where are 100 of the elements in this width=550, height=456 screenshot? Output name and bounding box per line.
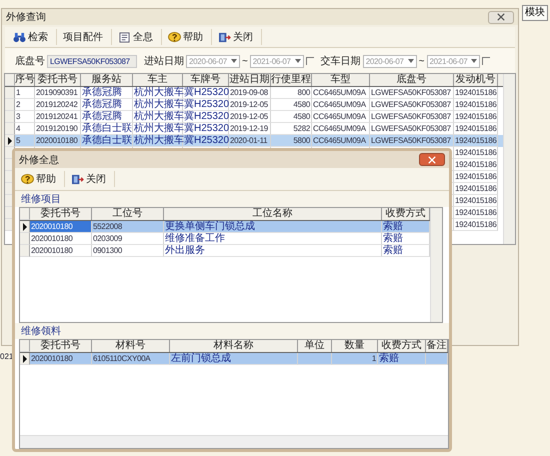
close-button[interactable]: [419, 153, 445, 166]
scrollbar[interactable]: [503, 74, 515, 244]
toolbar-button[interactable]: 全息: [116, 29, 162, 45]
table-cell: 2020010180: [30, 221, 92, 233]
document-icon: [118, 32, 131, 42]
toolbar-button[interactable]: 关闭: [216, 29, 262, 45]
column-header[interactable]: 工位号: [92, 208, 164, 220]
table-cell: LGWEFSA50KF053087: [370, 111, 454, 123]
table-cell: 冀H25320: [183, 135, 229, 147]
table-cell: 2019-09-08: [229, 87, 271, 99]
table-cell: 杭州大搬车: [133, 135, 183, 147]
range-separator: ~: [242, 56, 248, 66]
table-cell: [298, 353, 332, 365]
table-cell: CC6465UM09A: [312, 99, 370, 111]
chassis-field[interactable]: LGWEFSA50KF053087: [47, 54, 137, 68]
row-header[interactable]: [20, 353, 30, 365]
table-cell: 2020010180: [30, 245, 92, 257]
section-label: 维修项目: [15, 191, 449, 207]
module-button[interactable]: 模块: [522, 5, 548, 21]
table-cell: 承德冠腾: [81, 99, 133, 111]
table-cell: 800: [271, 87, 312, 99]
dropdown-arrow-icon: [294, 59, 301, 63]
toolbar-button[interactable]: 关闭: [69, 171, 115, 187]
section-label: 维修领料: [15, 323, 449, 339]
column-header[interactable]: 材料名称: [170, 340, 298, 352]
window-title: 外修查询: [6, 10, 46, 24]
table-cell: 1: [15, 87, 35, 99]
background-text: 021: [0, 352, 14, 361]
table-cell: 2019120242: [35, 99, 81, 111]
column-header[interactable]: 服务站: [81, 74, 133, 86]
column-header[interactable]: 工位名称: [164, 208, 382, 220]
table-cell: 2019120241: [35, 111, 81, 123]
help-icon: [168, 32, 181, 42]
column-header[interactable]: 单位: [298, 340, 332, 352]
table-cell: 2: [15, 99, 35, 111]
table-cell: LGWEFSA50KF053087: [370, 99, 454, 111]
table-cell: 维修准备工作: [164, 233, 382, 245]
table-cell: 5: [15, 135, 35, 147]
table-cell: 杭州大搬车: [133, 99, 183, 111]
table-cell: 0203009: [92, 233, 164, 245]
table-cell: 1924015186: [454, 111, 498, 123]
table-cell: 2019090391: [35, 87, 81, 99]
column-header[interactable]: 发动机号: [454, 74, 498, 86]
binoculars-icon: [13, 32, 26, 42]
column-header[interactable]: 行使里程: [271, 74, 312, 86]
table-cell: 索赔: [378, 353, 426, 365]
table-cell: CC6465UM09A: [312, 111, 370, 123]
table-cell: 冀H25320: [183, 111, 229, 123]
column-header[interactable]: 数量: [332, 340, 378, 352]
table-cell: 更换单侧车门锁总成: [164, 221, 382, 233]
table-cell: LGWEFSA50KF053087: [370, 135, 454, 147]
table-cell: 承德白士联: [81, 135, 133, 147]
table-cell: 2019-12-05: [229, 111, 271, 123]
close-icon: [497, 13, 505, 21]
close-button[interactable]: [488, 10, 514, 24]
toolbar-button[interactable]: 项目配件: [61, 29, 112, 45]
table-cell: 1924015186: [454, 87, 498, 99]
table-cell: CC6465UM09A: [312, 87, 370, 99]
field-label: 底盘号: [15, 54, 45, 68]
toolbar-button[interactable]: 检索: [11, 29, 57, 45]
table-cell: 1924015186: [454, 171, 498, 183]
table-cell: 2020010180: [30, 353, 92, 365]
scrollbar[interactable]: [430, 208, 442, 322]
table-cell: CC6465UM09A: [312, 135, 370, 147]
table-cell: 承德冠腾: [81, 111, 133, 123]
column-header[interactable]: 材料号: [92, 340, 170, 352]
row-header[interactable]: [5, 135, 15, 147]
table-cell: 1924015186: [454, 99, 498, 111]
table-cell: 1924015186: [454, 207, 498, 219]
table-cell: 2020010180: [35, 135, 81, 147]
row-pointer-icon: [22, 354, 26, 362]
table-cell: 1924015186: [454, 219, 498, 231]
toolbar-button[interactable]: 帮助: [19, 171, 65, 187]
table-cell: 1: [332, 353, 378, 365]
row-header[interactable]: [20, 221, 30, 233]
table-cell: 杭州大搬车: [133, 111, 183, 123]
table-cell: 2019-12-05: [229, 99, 271, 111]
table-cell: 0901300: [92, 245, 164, 257]
table-cell: 5800: [271, 135, 312, 147]
dropdown-arrow-icon: [408, 59, 414, 63]
table-cell: 5522008: [92, 221, 164, 233]
help-icon: [21, 174, 34, 184]
table-cell: 1924015186: [454, 183, 498, 195]
toolbar-button[interactable]: 帮助: [166, 29, 212, 45]
table-cell: 6105110CXY00A: [92, 353, 170, 365]
table-cell: 冀H25320: [183, 87, 229, 99]
table-cell: 3: [15, 111, 35, 123]
table-cell: LGWEFSA50KF053087: [370, 87, 454, 99]
window-title: 外修全息: [19, 154, 59, 166]
scrollbar[interactable]: [20, 435, 448, 448]
table-cell: 4580: [271, 99, 312, 111]
dropdown-arrow-icon: [230, 59, 237, 63]
close-icon: [428, 156, 436, 164]
table-cell: 1924015186: [454, 195, 498, 207]
table-cell: 2020010180: [30, 233, 92, 245]
table-cell: 2020-01-11: [229, 135, 271, 147]
table-cell: 左前门锁总成: [170, 353, 298, 365]
exit-icon: [71, 174, 84, 184]
dropdown-arrow-icon: [471, 59, 478, 63]
column-header[interactable]: 进站日期: [229, 74, 271, 86]
